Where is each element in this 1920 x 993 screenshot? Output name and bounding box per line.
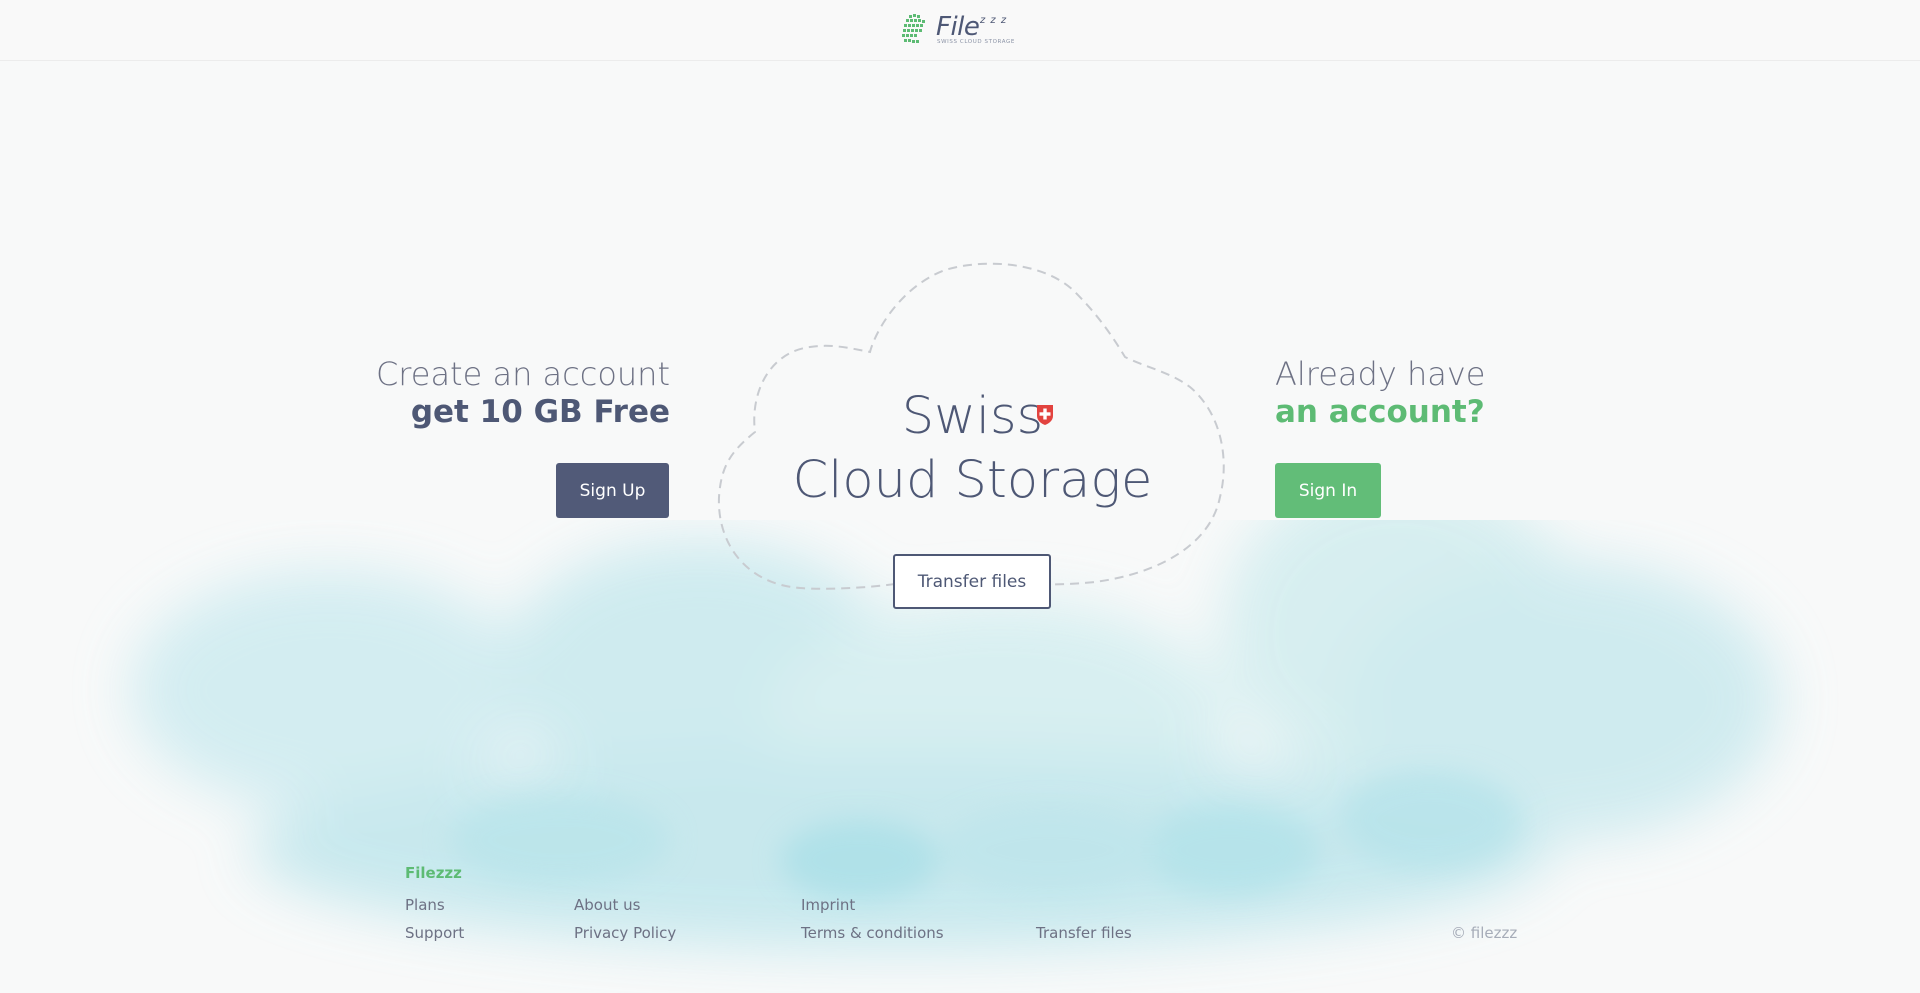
sign-in-button[interactable]: Sign In [1275,463,1381,518]
footer-link-transfer[interactable]: Transfer files [1036,924,1132,942]
page: File z z z SWISS CLOUD STORAGE Create an… [0,0,1920,993]
signup-pitch: Create an account get 10 GB Free [350,355,670,431]
logo-tagline: SWISS CLOUD STORAGE [937,39,1015,45]
sign-up-button[interactable]: Sign Up [556,463,669,518]
signup-headline: Create an account [375,355,670,393]
footer-link-support[interactable]: Support [405,924,464,942]
site-header: File z z z SWISS CLOUD STORAGE [0,0,1920,61]
footer-link-plans[interactable]: Plans [405,896,445,914]
footer-link-imprint[interactable]: Imprint [801,896,855,914]
swiss-flag-icon [1037,405,1053,425]
signin-pitch: Already have an account? [1275,355,1595,431]
hero-title: Swiss Cloud Storage [790,385,1155,513]
transfer-files-button[interactable]: Transfer files [893,554,1051,609]
logo-wordmark: File [936,12,980,42]
signin-question: an account? [1275,394,1485,430]
hero-title-line1: Swiss [901,387,1044,446]
hero-title-line2: Cloud Storage [792,451,1153,510]
logo[interactable]: File z z z SWISS CLOUD STORAGE [900,12,1015,49]
logo-zzz: z z z [980,15,1008,26]
filezzz-logo-icon [902,14,925,43]
footer-link-privacy[interactable]: Privacy Policy [574,924,676,942]
footer-copyright: © filezzz [1451,924,1518,942]
signup-offer: get 10 GB Free [410,394,670,430]
footer-brand: Filezzz [405,864,462,882]
footer-link-about[interactable]: About us [574,896,640,914]
signin-headline: Already have [1275,355,1486,393]
footer-link-terms[interactable]: Terms & conditions [801,924,944,942]
